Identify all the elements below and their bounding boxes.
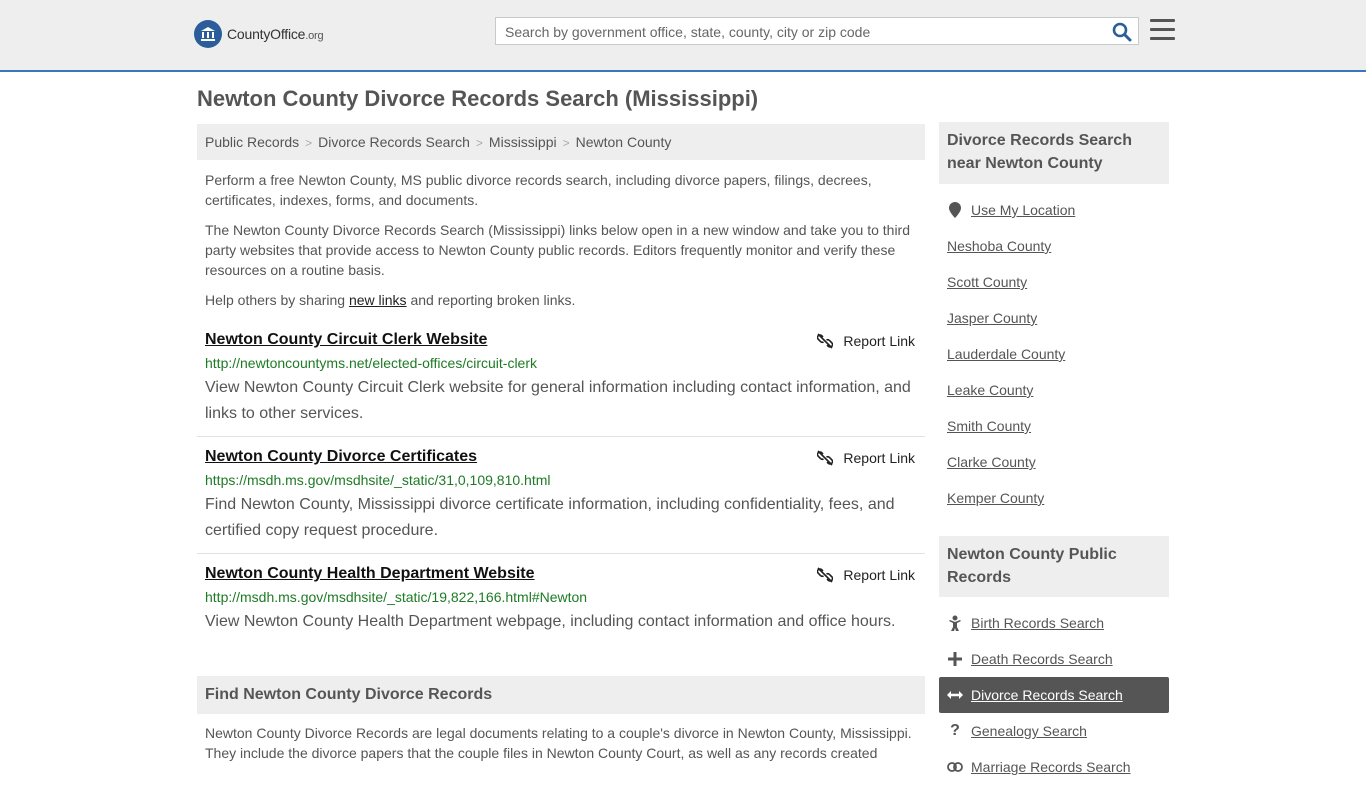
breadcrumb-divorce-records-search[interactable]: Divorce Records Search [318, 134, 470, 150]
search-icon[interactable] [1112, 22, 1132, 42]
report-link-button[interactable]: Report Link [817, 333, 915, 349]
breadcrumb: Public Records > Divorce Records Search > Mi… [197, 124, 925, 160]
nearby-county-link[interactable]: Leake County [947, 382, 1033, 398]
site-logo[interactable]: CountyOffice.org [194, 20, 324, 48]
sidebar-item-genealogy[interactable]: ? Genealogy Search [939, 713, 1169, 749]
question-icon: ? [950, 722, 960, 739]
broken-link-icon [817, 450, 834, 466]
nearby-heading: Divorce Records Search near Newton Count… [939, 122, 1169, 184]
nearby-county-link[interactable]: Smith County [947, 418, 1031, 434]
sidebar-item-label: Death Records Search [971, 651, 1113, 667]
breadcrumb-newton-county[interactable]: Newton County [576, 134, 672, 150]
sidebar-item-birth-records[interactable]: Birth Records Search [939, 605, 1169, 641]
sidebar-item-label: Divorce Records Search [971, 687, 1123, 703]
section-title: Find Newton County Divorce Records [197, 676, 925, 714]
nearby-county-link[interactable]: Neshoba County [947, 238, 1051, 254]
link-title[interactable]: Newton County Divorce Certificates [205, 448, 477, 466]
baby-icon [947, 615, 963, 631]
intro-share-text: Help others by sharing [205, 292, 349, 308]
arrows-icon [947, 687, 963, 703]
link-title[interactable]: Newton County Health Department Website [205, 565, 535, 583]
link-title[interactable]: Newton County Circuit Clerk Website [205, 331, 487, 349]
menu-icon[interactable] [1150, 19, 1175, 42]
report-link-label: Report Link [843, 567, 915, 583]
public-records-heading: Newton County Public Records [939, 536, 1169, 597]
sidebar-item-marriage-records[interactable]: Marriage Records Search [939, 749, 1169, 785]
nearby-county-link[interactable]: Kemper County [947, 490, 1044, 506]
nearby-county-link[interactable]: Clarke County [947, 454, 1036, 470]
report-link-button[interactable]: Report Link [817, 450, 915, 466]
report-link-button[interactable]: Report Link [817, 567, 915, 583]
breadcrumb-mississippi[interactable]: Mississippi [489, 134, 557, 150]
sidebar-item-label: Genealogy Search [971, 723, 1087, 739]
search-input[interactable] [503, 18, 1107, 46]
sidebar-item-label: Marriage Records Search [971, 759, 1131, 775]
rings-icon [947, 759, 963, 775]
logo-text-suffix: .org [305, 30, 324, 42]
logo-text: CountyOffice.org [227, 26, 324, 42]
section-paragraph: Newton County Divorce Records are legal … [205, 725, 912, 761]
link-description: Find Newton County, Mississippi divorce … [205, 496, 895, 539]
sidebar-item-label: Birth Records Search [971, 615, 1105, 631]
report-link-label: Report Link [843, 333, 915, 349]
intro-paragraph-3: Help others by sharing new links and rep… [205, 290, 917, 310]
link-url: http://msdh.ms.gov/msdhsite/_static/19,8… [205, 589, 588, 605]
list-item: Newton County Divorce Certificates Repor… [197, 448, 925, 554]
link-url: http://newtoncountyms.net/elected-office… [205, 355, 538, 371]
page-title: Newton County Divorce Records Search (Mi… [197, 86, 759, 111]
intro-report-text: and reporting broken links. [406, 292, 576, 308]
search-box [495, 17, 1139, 46]
nearby-county-link[interactable]: Jasper County [947, 310, 1037, 326]
link-description: View Newton County Circuit Clerk website… [205, 379, 911, 422]
link-description: View Newton County Health Department web… [205, 613, 896, 630]
list-item: Newton County Health Department Website … [197, 565, 925, 645]
list-item: Newton County Circuit Clerk Website Repo… [197, 331, 925, 437]
use-my-location-label: Use My Location [971, 202, 1076, 218]
nearby-county-link[interactable]: Scott County [947, 274, 1027, 290]
new-links-link[interactable]: new links [349, 292, 407, 308]
use-my-location-link[interactable]: Use My Location [939, 192, 1169, 228]
intro-paragraph-1: Perform a free Newton County, MS public … [205, 172, 872, 208]
logo-badge-icon [194, 20, 222, 48]
broken-link-icon [817, 567, 834, 583]
breadcrumb-public-records[interactable]: Public Records [205, 134, 299, 150]
sidebar-item-divorce-records[interactable]: Divorce Records Search [939, 677, 1169, 713]
breadcrumb-separator: > [562, 136, 570, 150]
map-pin-icon [947, 202, 963, 218]
top-header: CountyOffice.org [0, 0, 1366, 72]
broken-link-icon [817, 333, 834, 349]
breadcrumb-separator: > [305, 136, 313, 150]
sidebar-item-death-records[interactable]: Death Records Search [939, 641, 1169, 677]
cross-icon [947, 651, 963, 667]
breadcrumb-separator: > [475, 136, 483, 150]
logo-text-main: CountyOffice [227, 26, 306, 42]
nearby-county-link[interactable]: Lauderdale County [947, 346, 1065, 362]
report-link-label: Report Link [843, 450, 915, 466]
intro-paragraph-2: The Newton County Divorce Records Search… [205, 222, 910, 278]
link-url: https://msdh.ms.gov/msdhsite/_static/31,… [205, 472, 551, 488]
